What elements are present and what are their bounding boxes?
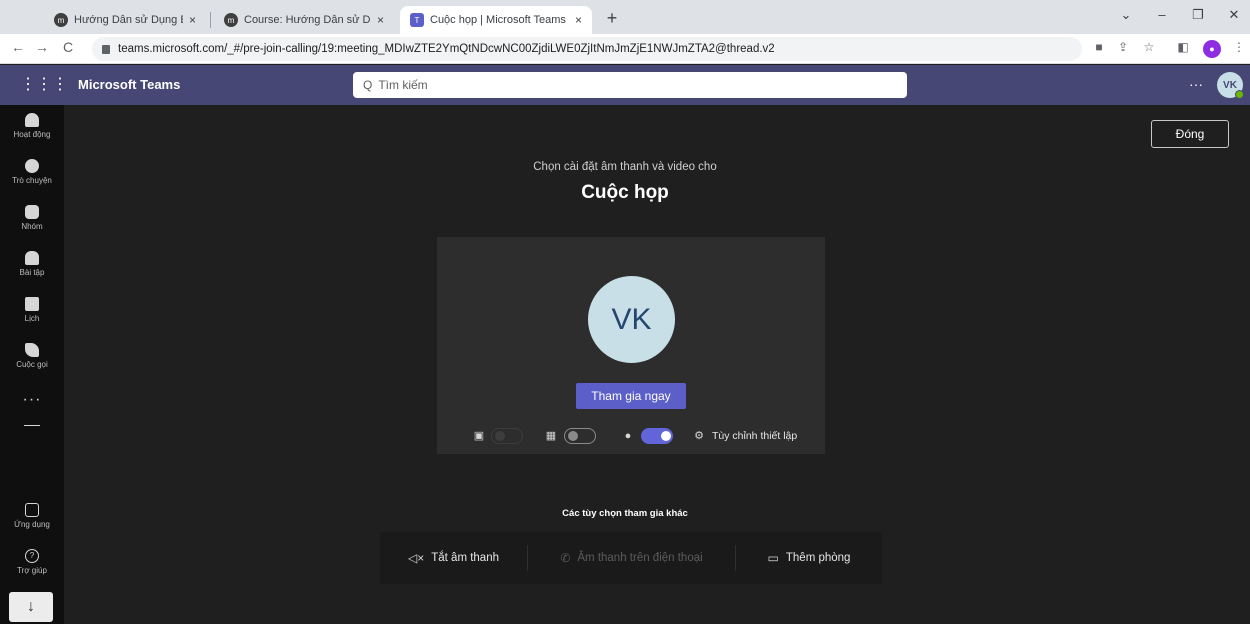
- audio-off-option[interactable]: ◁× Tắt âm thanh: [380, 532, 527, 584]
- sidebar-item-label: Cuộc gọi: [16, 360, 48, 369]
- speaker-mute-icon: ◁×: [407, 551, 425, 565]
- prejoin-subtitle: Chọn cài đặt âm thanh và video cho: [533, 161, 717, 173]
- browser-profile-icon[interactable]: ●: [1203, 40, 1221, 58]
- video-preview: VK Tham gia ngay ▣ ▦ ● ⚙ Tùy chỉnh thiết…: [437, 237, 825, 454]
- teams-group-icon: [25, 205, 39, 219]
- teams-icon: T: [410, 13, 424, 27]
- browser-tab[interactable]: m Hướng Dẫn sử Dụng E-Learning ×: [44, 6, 206, 34]
- window-close-icon[interactable]: ✕: [1224, 7, 1244, 23]
- cast-room-icon: ▭: [767, 551, 779, 565]
- close-icon[interactable]: ×: [189, 13, 196, 27]
- maximize-icon[interactable]: ❐: [1188, 7, 1208, 23]
- option-label: Thêm phòng: [785, 552, 851, 564]
- search-icon: Q: [363, 78, 373, 92]
- url-text: teams.microsoft.com/_#/pre-join-calling/…: [118, 43, 775, 55]
- microphone-toggle[interactable]: [641, 428, 673, 444]
- lock-icon: [102, 44, 110, 54]
- background-effects-toggle[interactable]: [564, 428, 596, 444]
- moodle-icon: m: [224, 13, 238, 27]
- add-room-option[interactable]: ▭ Thêm phòng: [736, 532, 882, 584]
- toggle-knob: [495, 431, 505, 441]
- minimize-icon[interactable]: –: [1152, 7, 1172, 22]
- back-icon[interactable]: ←: [8, 39, 28, 55]
- phone-icon: [25, 343, 39, 357]
- sidebar-item-label: Lịch: [24, 314, 40, 323]
- forward-icon[interactable]: →: [32, 39, 52, 55]
- join-now-button[interactable]: Tham gia ngay: [576, 383, 686, 409]
- sidebar-item-label: Ứng dụng: [14, 520, 50, 529]
- new-tab-button[interactable]: +: [600, 8, 624, 29]
- phone-audio-option: ✆ Âm thanh trên điện thoại: [528, 532, 735, 584]
- close-button[interactable]: Đóng: [1151, 120, 1229, 148]
- avatar[interactable]: VK: [1217, 72, 1244, 99]
- tab-divider: [210, 12, 211, 28]
- bell-icon: [25, 113, 39, 127]
- device-settings-link[interactable]: Tùy chỉnh thiết lập: [712, 430, 797, 442]
- phone-icon: ✆: [560, 551, 571, 565]
- microphone-icon: ●: [624, 430, 632, 442]
- avatar-initials: VK: [1223, 79, 1237, 91]
- reload-icon[interactable]: C: [58, 39, 78, 55]
- share-icon[interactable]: ⇪: [1114, 40, 1132, 54]
- address-bar[interactable]: teams.microsoft.com/_#/pre-join-calling/…: [92, 37, 1082, 61]
- sidebar-item-activity[interactable]: Hoạt động: [0, 113, 64, 139]
- presence-status-icon: [1235, 90, 1244, 99]
- download-app-button[interactable]: ↓: [9, 592, 53, 622]
- app-name: Microsoft Teams: [78, 77, 181, 92]
- rail-divider: [24, 425, 40, 426]
- browser-tab[interactable]: m Course: Hướng Dẫn sử Dụng E-L ×: [214, 6, 394, 34]
- calendar-icon: [25, 297, 39, 311]
- help-icon: ?: [25, 549, 39, 563]
- teams-header: ⋮⋮⋮ Microsoft Teams Q Tìm kiếm ··· VK: [0, 65, 1250, 105]
- sidebar-item-label: Bài tập: [19, 268, 45, 277]
- close-icon[interactable]: ×: [377, 13, 384, 27]
- browser-tab-active[interactable]: T Cuộc họp | Microsoft Teams ×: [400, 6, 592, 34]
- settings-gear-icon[interactable]: ⚙: [692, 429, 706, 443]
- other-join-options: ◁× Tắt âm thanh ✆ Âm thanh trên điện tho…: [380, 532, 882, 584]
- tab-title: Hướng Dẫn sử Dụng E-Learning: [74, 14, 183, 26]
- avatar: VK: [588, 276, 675, 363]
- camera-indicator-icon[interactable]: ■: [1090, 40, 1108, 54]
- option-label: Âm thanh trên điện thoại: [577, 552, 703, 564]
- toggle-knob: [661, 431, 671, 441]
- other-join-options-title: Các tùy chọn tham gia khác: [562, 508, 688, 519]
- browser-tab-strip: m Hướng Dẫn sử Dụng E-Learning × m Cours…: [0, 0, 1250, 34]
- sidebar-item-assignments[interactable]: Bài tập: [0, 251, 64, 277]
- tab-search-icon[interactable]: ⌄: [1116, 7, 1136, 23]
- device-controls: ▣ ▦ ● ⚙ Tùy chỉnh thiết lập: [437, 425, 825, 447]
- tab-title: Cuộc họp | Microsoft Teams: [430, 14, 566, 26]
- app-launcher-icon[interactable]: ⋮⋮⋮: [20, 75, 68, 95]
- sidebar-item-label: Trợ giúp: [17, 566, 47, 575]
- sidebar-item-label: Nhóm: [21, 222, 43, 231]
- assignments-icon: [25, 251, 39, 265]
- sidebar-item-label: Hoạt động: [13, 130, 51, 139]
- background-blur-icon: ▦: [545, 430, 557, 442]
- side-panel-icon[interactable]: ◧: [1174, 40, 1192, 54]
- sidebar-item-calls[interactable]: Cuộc gọi: [0, 343, 64, 369]
- sidebar-item-calendar[interactable]: Lịch: [0, 297, 64, 323]
- moodle-icon: m: [54, 13, 68, 27]
- browser-toolbar: ← → C teams.microsoft.com/_#/pre-join-ca…: [0, 34, 1250, 64]
- search-input[interactable]: Q Tìm kiếm: [353, 72, 907, 98]
- sidebar-item-help[interactable]: ? Trợ giúp: [0, 549, 64, 575]
- more-options-button[interactable]: ···: [1186, 76, 1206, 92]
- sidebar-item-teams[interactable]: Nhóm: [0, 205, 64, 231]
- tab-title: Course: Hướng Dẫn sử Dụng E-L: [244, 14, 371, 26]
- option-label: Tắt âm thanh: [431, 552, 499, 564]
- close-icon[interactable]: ×: [575, 13, 582, 27]
- toggle-knob: [568, 431, 578, 441]
- search-placeholder: Tìm kiếm: [378, 78, 428, 92]
- camera-off-icon: ▣: [473, 430, 485, 442]
- more-apps-button[interactable]: ···: [0, 391, 64, 409]
- browser-menu-icon[interactable]: ⋮: [1230, 40, 1248, 54]
- camera-toggle[interactable]: [491, 428, 523, 444]
- bookmark-star-icon[interactable]: ☆: [1140, 40, 1158, 54]
- page-title: Cuộc họp: [581, 182, 669, 203]
